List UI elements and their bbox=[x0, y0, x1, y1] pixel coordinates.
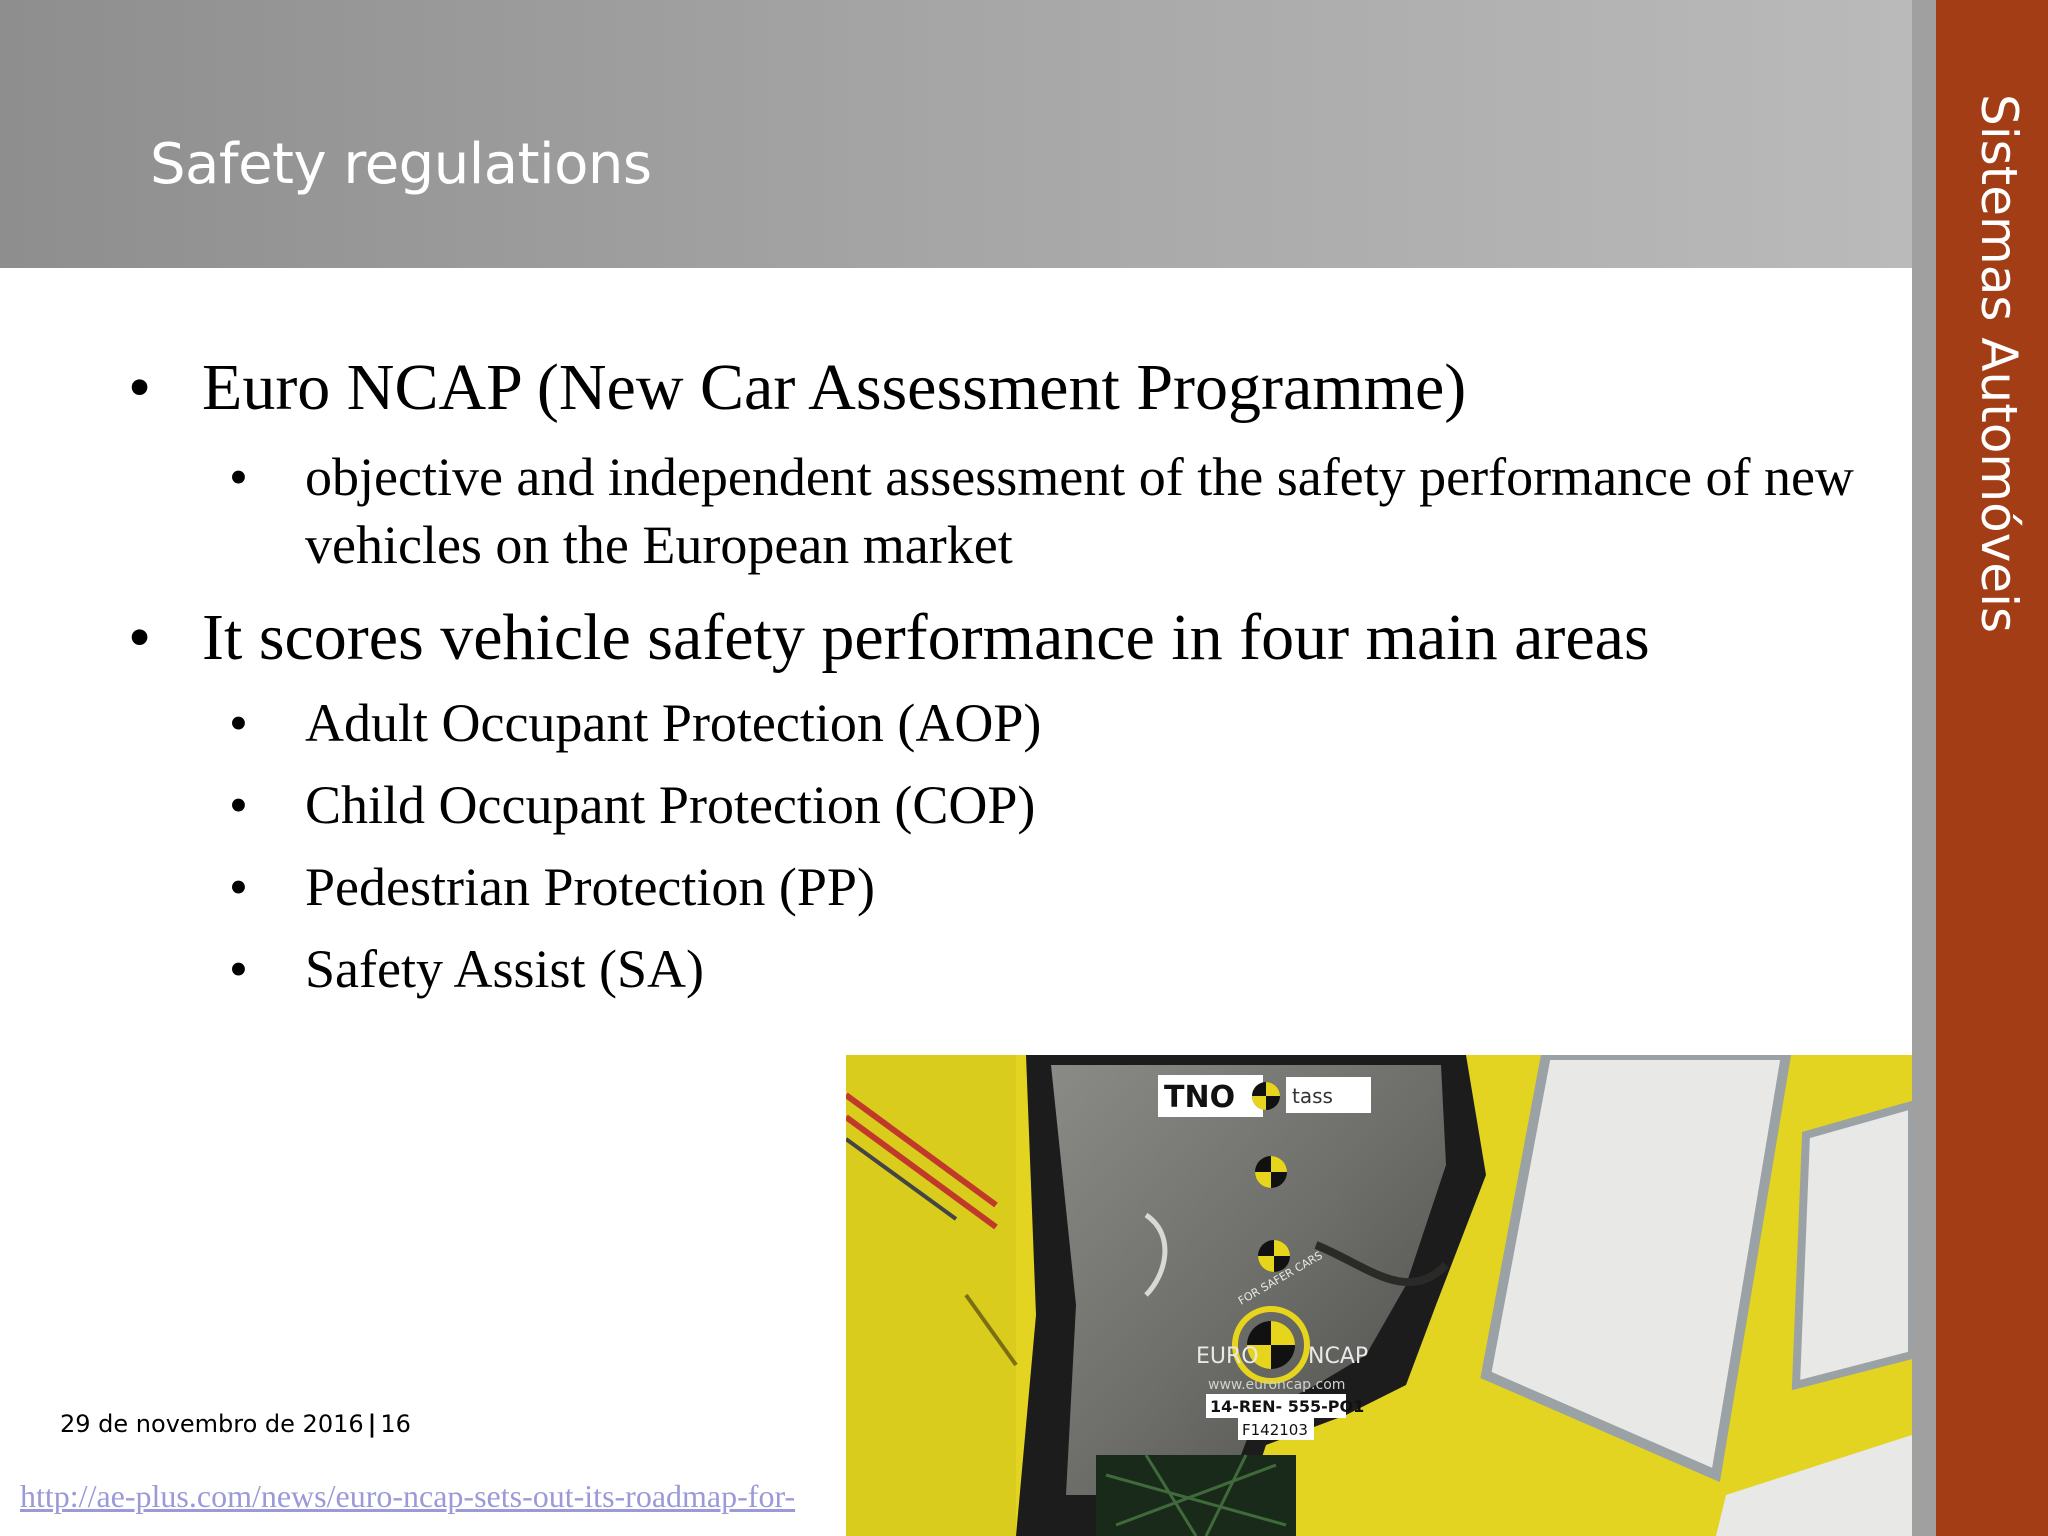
plate-code-1: 14-REN- 555-PO1 bbox=[1210, 1397, 1364, 1416]
bullet-icon: • bbox=[229, 939, 248, 999]
side-title: Sistemas Automóveis bbox=[1970, 94, 2028, 634]
bullet-icon: • bbox=[229, 447, 248, 507]
sub-bullet-text: Child Occupant Protection (COP) bbox=[305, 775, 1036, 835]
bullet-icon: • bbox=[229, 693, 248, 753]
bullet-text: Euro NCAP (New Car Assessment Programme) bbox=[202, 351, 1467, 424]
page-number: 16 bbox=[380, 1410, 411, 1438]
sub-bullet-item: • Child Occupant Protection (COP) bbox=[229, 774, 1036, 836]
slide-header: Safety regulations bbox=[0, 0, 1912, 268]
bullet-text: It scores vehicle safety performance in … bbox=[202, 601, 1650, 674]
sub-bullet-text: Safety Assist (SA) bbox=[305, 939, 705, 999]
tass-logo-text: tass bbox=[1292, 1084, 1333, 1108]
euro-logo-text: EURO bbox=[1196, 1344, 1259, 1369]
ncap-logo-text: NCAP bbox=[1308, 1344, 1368, 1369]
footer-date-text: 29 de novembro de 2016 bbox=[60, 1410, 364, 1438]
side-divider bbox=[1912, 0, 1936, 1536]
bullet-item: • Euro NCAP (New Car Assessment Programm… bbox=[128, 350, 1467, 426]
crash-test-photo: TNO tass EURO NCAP FOR SAFER CARS www.eu… bbox=[846, 1055, 1912, 1536]
tno-logo-text: TNO bbox=[1164, 1080, 1235, 1115]
slide-title: Safety regulations bbox=[150, 132, 652, 197]
crash-test-illustration: TNO tass EURO NCAP FOR SAFER CARS www.eu… bbox=[846, 1055, 1912, 1536]
sub-bullet-text: Pedestrian Protection (PP) bbox=[305, 857, 875, 917]
footer-date: 29 de novembro de 2016 | 16 bbox=[60, 1410, 411, 1438]
sub-bullet-item: • Adult Occupant Protection (AOP) bbox=[229, 692, 1042, 754]
bullet-icon: • bbox=[128, 351, 152, 424]
source-link[interactable]: http://ae-plus.com/news/euro-ncap-sets-o… bbox=[20, 1478, 846, 1515]
website-text: www.euroncap.com bbox=[1208, 1377, 1345, 1393]
bullet-icon: • bbox=[128, 601, 152, 674]
sub-bullet-text: Adult Occupant Protection (AOP) bbox=[305, 693, 1042, 753]
footer-separator: | bbox=[367, 1410, 377, 1438]
sub-bullet-text: objective and independent assessment of … bbox=[305, 447, 1854, 575]
sub-bullet-item: • Pedestrian Protection (PP) bbox=[229, 856, 875, 918]
sub-bullet-item: • Safety Assist (SA) bbox=[229, 938, 705, 1000]
plate-code-2: F142103 bbox=[1242, 1421, 1308, 1439]
bullet-icon: • bbox=[229, 775, 248, 835]
bullet-icon: • bbox=[229, 857, 248, 917]
sub-bullet-item: • objective and independent assessment o… bbox=[229, 443, 1925, 579]
bullet-item: • It scores vehicle safety performance i… bbox=[128, 600, 1650, 676]
